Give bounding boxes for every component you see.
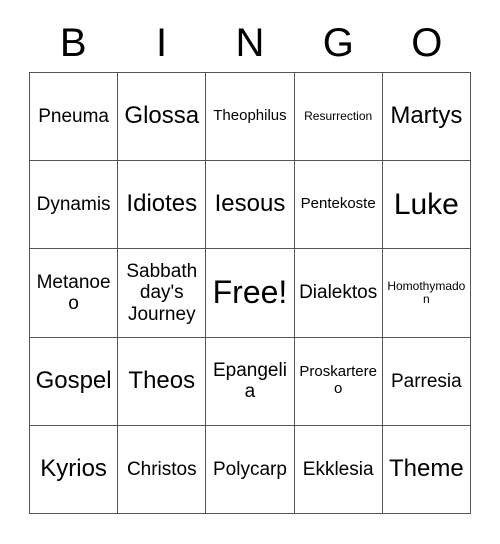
bingo-cell[interactable]: Sabbath day's Journey <box>118 249 207 338</box>
bingo-cell[interactable]: Proskartereo <box>294 337 383 426</box>
bingo-cell[interactable]: Theos <box>118 337 207 426</box>
bingo-cell-label: Proskartereo <box>299 363 377 398</box>
bingo-cell[interactable]: Parresia <box>382 337 471 426</box>
bingo-cell[interactable]: Dynamis <box>30 161 119 250</box>
bingo-cell-label: Free! <box>212 274 288 311</box>
bingo-cell[interactable]: Ekklesia <box>294 425 383 515</box>
bingo-cell[interactable]: Resurrection <box>294 73 383 162</box>
bingo-cell-label: Ekklesia <box>302 458 374 480</box>
bingo-cell[interactable]: Homothymadon <box>382 249 471 338</box>
bingo-cell[interactable]: Theophilus <box>206 73 295 162</box>
bingo-header-letter-g: G <box>322 21 354 65</box>
bingo-cell-label: Iesous <box>214 190 286 218</box>
bingo-cell[interactable]: Epangelia <box>206 337 295 426</box>
bingo-row: Dynamis Idiotes Iesous Pentekoste Luke <box>30 161 471 250</box>
bingo-header-letter-i: I <box>156 21 168 65</box>
bingo-cell-label: Homothymadon <box>387 278 466 306</box>
bingo-cell-label: Parresia <box>390 370 462 392</box>
bingo-cell-label: Dynamis <box>36 194 111 216</box>
bingo-cell-label: Gospel <box>35 366 112 394</box>
bingo-header-letter-b: B <box>59 21 87 65</box>
bingo-cell[interactable]: Metanoeo <box>30 249 119 338</box>
bingo-cell-label: Idiotes <box>126 190 198 218</box>
bingo-cell-label: Pneuma <box>38 105 109 127</box>
bingo-cell-label: Theme <box>388 454 464 482</box>
bingo-cell-label: Sabbath day's Journey <box>126 261 198 325</box>
bingo-cell-label: Luke <box>393 188 459 221</box>
bingo-cell[interactable]: Luke <box>382 161 471 250</box>
bingo-cell[interactable]: Theme <box>382 425 471 515</box>
bingo-cell[interactable]: Pentekoste <box>294 161 383 250</box>
bingo-cell[interactable]: Kyrios <box>30 425 119 515</box>
bingo-cell-label: Epangelia <box>212 359 287 403</box>
bingo-cell-label: Kyrios <box>40 454 107 482</box>
bingo-row: Metanoeo Sabbath day's Journey Free! Dia… <box>30 249 471 338</box>
bingo-cell-label: Resurrection <box>304 108 373 123</box>
bingo-row: Gospel Theos Epangelia Proskartereo Parr… <box>30 337 471 426</box>
bingo-cell[interactable]: Iesous <box>206 161 295 250</box>
bingo-cell-label: Metanoeo <box>36 271 111 314</box>
bingo-cell-label: Theophilus <box>213 107 287 125</box>
bingo-grid: Pneuma Glossa Theophilus Resurrection Ma… <box>29 72 471 515</box>
bingo-cell[interactable]: Dialektos <box>294 249 383 338</box>
bingo-cell-label: Dialektos <box>299 282 378 304</box>
bingo-cell-label: Theos <box>128 366 196 394</box>
bingo-header-letter-n: N <box>235 21 265 65</box>
bingo-cell[interactable]: Idiotes <box>118 161 207 250</box>
bingo-header-row: B I N G O <box>29 14 471 72</box>
bingo-cell-label: Glossa <box>124 102 200 130</box>
bingo-cell-label: Christos <box>126 458 197 480</box>
bingo-cell-label: Pentekoste <box>300 195 376 213</box>
bingo-card: B I N G O Pneuma Glossa Theophilus Resur… <box>29 14 471 515</box>
bingo-cell-free[interactable]: Free! <box>206 249 295 338</box>
bingo-header-letter-o: O <box>411 21 443 65</box>
bingo-row: Kyrios Christos Polycarp Ekklesia Theme <box>30 425 471 515</box>
bingo-cell-label: Polycarp <box>213 458 287 480</box>
bingo-row: Pneuma Glossa Theophilus Resurrection Ma… <box>30 73 471 162</box>
bingo-cell[interactable]: Glossa <box>118 73 207 162</box>
bingo-cell[interactable]: Pneuma <box>30 73 119 162</box>
bingo-cell[interactable]: Polycarp <box>206 425 295 515</box>
bingo-cell[interactable]: Christos <box>118 425 207 515</box>
bingo-cell[interactable]: Martys <box>382 73 471 162</box>
bingo-cell[interactable]: Gospel <box>30 337 119 426</box>
bingo-cell-label: Martys <box>390 102 463 130</box>
